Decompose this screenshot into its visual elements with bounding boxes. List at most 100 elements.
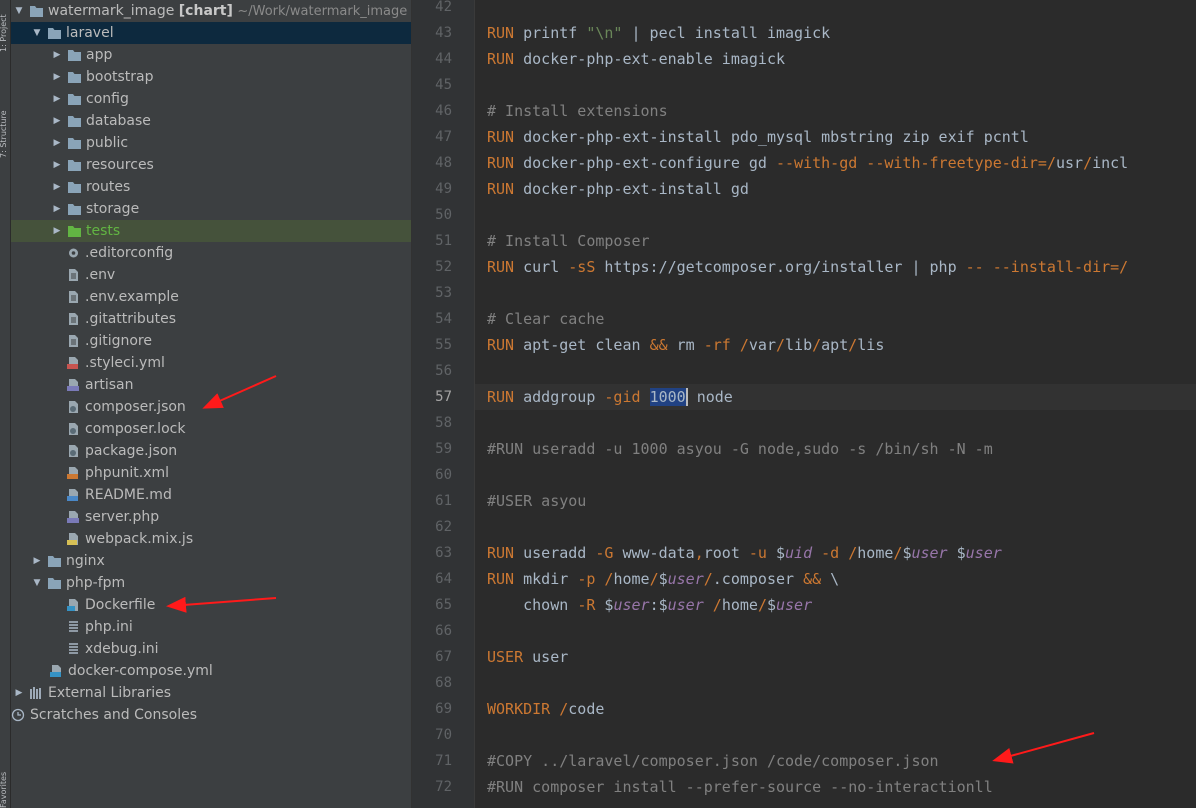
chevron-right-icon[interactable]: ▶ (51, 154, 63, 176)
chevron-right-icon[interactable]: ▶ (51, 132, 63, 154)
tree-item[interactable]: Dockerfile (11, 594, 411, 616)
code-token: -u (748, 544, 776, 562)
tree-item[interactable]: composer.json (11, 396, 411, 418)
chevron-right-icon[interactable]: ▶ (51, 66, 63, 88)
code-line[interactable]: RUN docker-php-ext-install gd (487, 176, 749, 202)
tree-item[interactable]: .gitattributes (11, 308, 411, 330)
text-file-icon (69, 269, 78, 281)
code-token: -gid (604, 388, 650, 406)
tree-item[interactable]: ▶ resources (11, 154, 411, 176)
code-line[interactable]: # Clear cache (487, 306, 604, 332)
tree-item-label: docker-compose.yml (68, 663, 213, 679)
chevron-right-icon[interactable]: ▶ (31, 550, 43, 572)
tree-item[interactable]: webpack.mix.js (11, 528, 411, 550)
code-line[interactable]: #USER asyou (487, 488, 586, 514)
tree-item[interactable]: ▶ public (11, 132, 411, 154)
tree-item[interactable]: ▶ config (11, 88, 411, 110)
code-token: RUN (487, 180, 524, 198)
chevron-down-icon[interactable]: ▼ (13, 0, 25, 22)
code-token: -R (577, 596, 605, 614)
code-token: user (911, 544, 948, 562)
tree-item[interactable]: ▼ php-fpm (11, 572, 411, 594)
code-token: RUN (487, 544, 524, 562)
tree-item[interactable]: ▶ storage (11, 198, 411, 220)
code-token: :$ (649, 596, 668, 614)
code-line[interactable]: chown -R $user:$user /home/$user (487, 592, 812, 618)
tree-item[interactable]: ▶ routes (11, 176, 411, 198)
tree-item[interactable]: ▶ database (11, 110, 411, 132)
favorites-tool-tab[interactable]: Favorites (0, 765, 10, 808)
code-line[interactable]: RUN printf "\n" | pecl install imagick (487, 20, 830, 46)
code-token: docker-php-ext-install gd (523, 180, 749, 198)
tree-root[interactable]: ▼ watermark_image [chart] ~/Work/waterma… (11, 0, 411, 22)
code-line[interactable]: RUN useradd -G www-data,root -u $uid -d … (487, 540, 1002, 566)
code-token: docker-php-ext-enable imagick (523, 50, 786, 68)
code-token: , (694, 544, 704, 562)
code-line[interactable]: #COPY ../laravel/composer.json /code/com… (487, 748, 939, 774)
tree-item[interactable]: php.ini (11, 616, 411, 638)
tree-item[interactable]: ▶ app (11, 44, 411, 66)
tree-item[interactable]: server.php (11, 506, 411, 528)
code-line[interactable]: RUN docker-php-ext-enable imagick (487, 46, 785, 72)
tree-item[interactable]: package.json (11, 440, 411, 462)
tree-item[interactable]: docker-compose.yml (11, 660, 411, 682)
code-token: RUN (487, 258, 524, 276)
chevron-right-icon[interactable]: ▶ (51, 176, 63, 198)
tree-item-label: public (86, 135, 129, 151)
code-line[interactable]: RUN mkdir -p /home/$user/.composer && \ (487, 566, 839, 592)
code-line[interactable]: USER user (487, 644, 568, 670)
code-token: #USER asyou (487, 492, 587, 510)
line-number-gutter: 42 43 44 45 46 47 48 49 50 51 52 53 54 55 56 57 58 59 60 61… (412, 0, 475, 808)
chevron-right-icon[interactable]: ▶ (13, 682, 25, 704)
tree-item-label: bootstrap (86, 69, 154, 85)
code-line[interactable]: # Install Composer (487, 228, 650, 254)
code-token: RUN (487, 50, 524, 68)
code-token: RUN (487, 154, 524, 172)
tree-item[interactable]: README.md (11, 484, 411, 506)
tree-item[interactable]: ▶ bootstrap (11, 66, 411, 88)
code-line[interactable]: #RUN composer install --prefer-source --… (487, 774, 993, 800)
tree-item[interactable]: ▶ tests (11, 220, 411, 242)
line-number: 56 (435, 363, 452, 379)
code-line[interactable]: RUN docker-php-ext-configure gd --with-g… (487, 150, 1128, 176)
tree-item[interactable]: ▼ laravel (11, 22, 411, 44)
tree-item[interactable]: phpunit.xml (11, 462, 411, 484)
line-number: 51 (435, 233, 452, 249)
tree-item[interactable]: ▶ External Libraries (11, 682, 411, 704)
tree-item[interactable]: xdebug.ini (11, 638, 411, 660)
structure-tool-tab[interactable]: 7: Structure (0, 70, 10, 158)
tree-item[interactable]: .env.example (11, 286, 411, 308)
project-tool-tab[interactable]: 1: Project (0, 4, 10, 52)
code-line[interactable]: RUN apt-get clean && rm -rf /var/lib/apt… (487, 332, 884, 358)
chevron-right-icon[interactable]: ▶ (51, 198, 63, 220)
tree-item[interactable]: .gitignore (11, 330, 411, 352)
chevron-right-icon[interactable]: ▶ (51, 44, 63, 66)
code-line[interactable]: RUN curl -sS https://getcomposer.org/ins… (487, 254, 1128, 280)
tree-item[interactable]: artisan (11, 374, 411, 396)
code-line[interactable]: # Install extensions (487, 98, 668, 124)
line-number: 62 (435, 519, 452, 535)
code-token: https://getcomposer.org/installer | php (595, 258, 966, 276)
javascript-file-icon (67, 533, 78, 545)
line-number: 47 (435, 129, 452, 145)
tree-item[interactable]: .styleci.yml (11, 352, 411, 374)
chevron-right-icon[interactable]: ▶ (51, 220, 63, 242)
chevron-down-icon[interactable]: ▼ (31, 572, 43, 594)
tree-item[interactable]: .env (11, 264, 411, 286)
tree-item[interactable]: .editorconfig (11, 242, 411, 264)
tree-item[interactable]: Scratches and Consoles (11, 704, 411, 726)
line-number: 54 (435, 311, 452, 327)
code-line[interactable]: RUN docker-php-ext-install pdo_mysql mbs… (487, 124, 1029, 150)
code-line[interactable]: WORKDIR /code (487, 696, 604, 722)
folder-icon (48, 28, 61, 39)
code-line[interactable]: #RUN useradd -u 1000 asyou -G node,sudo … (487, 436, 993, 462)
code-token: lib (785, 336, 813, 354)
chevron-down-icon[interactable]: ▼ (31, 22, 43, 44)
chevron-right-icon[interactable]: ▶ (51, 88, 63, 110)
code-editor[interactable]: RUN printf "\n" | pecl install imagick RU… (475, 0, 1196, 808)
tree-item[interactable]: composer.lock (11, 418, 411, 440)
chevron-right-icon[interactable]: ▶ (51, 110, 63, 132)
code-line[interactable]: RUN addgroup -gid 1000 node (487, 384, 733, 410)
line-number: 57 (435, 389, 452, 405)
tree-item[interactable]: ▶ nginx (11, 550, 411, 572)
